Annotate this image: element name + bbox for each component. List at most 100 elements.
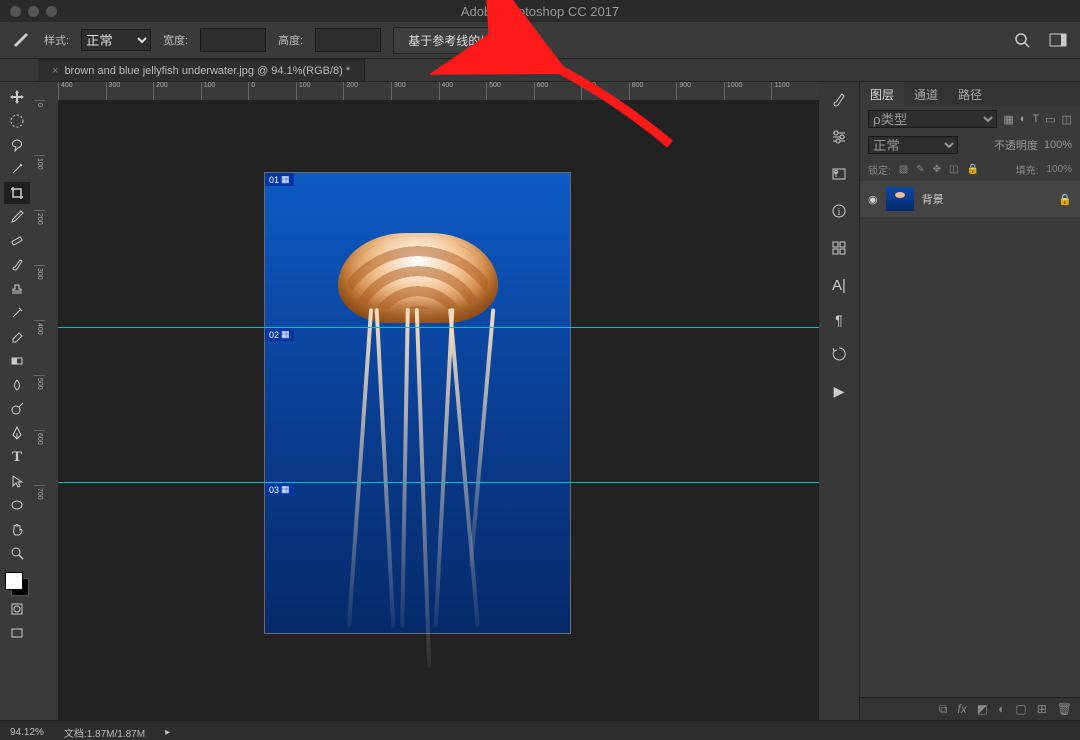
fill-label: 填充: [1016,162,1039,177]
tab-channels[interactable]: 通道 [904,82,948,106]
filter-type-icon[interactable]: T [1032,113,1039,125]
trash-icon[interactable]: 🗑 [1057,702,1072,716]
guide-line-2[interactable] [58,482,819,483]
character-panel-icon[interactable]: A| [827,277,851,294]
type-tool[interactable]: T [4,446,30,468]
blend-mode-select[interactable]: 正常 [868,136,958,154]
slice-badge-1[interactable]: 01 ▦ [265,173,294,186]
brush-panel-icon[interactable] [827,92,851,111]
healing-tool[interactable] [4,230,30,252]
tab-paths[interactable]: 路径 [948,82,992,106]
fill-value[interactable]: 100% [1046,164,1072,175]
eraser-tool[interactable] [4,326,30,348]
lock-trans-icon[interactable]: ▨ [899,164,908,175]
lasso-tool[interactable] [4,134,30,156]
history-brush-tool[interactable] [4,302,30,324]
pen-tool[interactable] [4,422,30,444]
opacity-value[interactable]: 100% [1044,139,1072,151]
layer-row[interactable]: ◉ 背景 🔒 [860,181,1080,217]
title-bar: Adobe Photoshop CC 2017 [0,0,1080,22]
close-tab-icon[interactable]: × [52,65,58,77]
link-icon[interactable]: ⧉ [939,702,948,717]
main-area: T 40030020010001002003004005006007008009… [0,82,1080,720]
path-select-tool[interactable] [4,470,30,492]
style-select[interactable]: 正常 [81,29,151,51]
zoom-level[interactable]: 94.12% [10,727,44,738]
layer-filter-select[interactable]: ρ类型 [868,110,997,128]
slice-from-guides-button[interactable]: 基于参考线的切片 [393,27,519,54]
filter-adjust-icon[interactable]: ◐ [1020,113,1027,125]
search-icon[interactable] [1010,28,1034,52]
brush-tool[interactable] [4,254,30,276]
workspace-switcher-icon[interactable] [1046,28,1070,52]
filter-smart-icon[interactable]: ◫ [1062,113,1072,126]
lock-pos-icon[interactable]: ✥ [933,164,941,175]
layers-footer: ⧉ fx ◩ ◐ ▢ ⊞ 🗑 [860,697,1080,720]
ruler-vertical[interactable]: 0100200300400500600700 [34,100,59,720]
crop-tool[interactable] [4,182,30,204]
height-input[interactable] [315,28,381,52]
opacity-label: 不透明度 [994,137,1038,153]
mask-icon[interactable]: ◩ [977,702,988,716]
guide-line-1[interactable] [58,327,819,328]
document-canvas[interactable]: 01 ▦ 02 ▦ 03 ▦ [264,172,571,634]
layers-panel: 图层 通道 路径 ρ类型 ▦ ◐ T ▭ ◫ 正常 不透明度 100% 锁定: … [859,82,1080,720]
ruler-horizontal[interactable]: 4003002001000100200300400500600700800900… [58,82,819,101]
stamp-tool[interactable] [4,278,30,300]
move-tool[interactable] [4,86,30,108]
lock-label: 锁定: [868,162,891,177]
marquee-tool[interactable] [4,110,30,132]
slice-badge-3[interactable]: 03 ▦ [265,483,294,496]
shape-tool[interactable] [4,494,30,516]
lock-icon: 🔒 [1058,193,1072,206]
document-tab-bar: × brown and blue jellyfish underwater.jp… [0,59,1080,82]
layer-thumbnail[interactable] [886,187,914,211]
app-title: Adobe Photoshop CC 2017 [0,4,1080,19]
group-icon[interactable]: ▢ [1015,702,1026,716]
document-tab[interactable]: × brown and blue jellyfish underwater.jp… [38,59,365,81]
swatches-panel-icon[interactable] [827,240,851,259]
width-label: 宽度: [163,32,188,48]
style-label: 样式: [44,32,69,48]
options-bar: 样式: 正常 宽度: 高度: 基于参考线的切片 [0,22,1080,59]
svg-text:i: i [838,207,841,218]
new-layer-icon[interactable]: ⊞ [1037,702,1047,716]
tab-layers[interactable]: 图层 [860,82,904,106]
layer-name[interactable]: 背景 [922,191,944,207]
status-chevron-icon[interactable]: ▸ [165,727,170,738]
eyedropper-tool[interactable] [4,206,30,228]
adjustments-panel-icon[interactable] [827,129,851,148]
filter-shape-icon[interactable]: ▭ [1045,113,1055,126]
magic-wand-tool[interactable] [4,158,30,180]
quickmask-toggle[interactable] [4,598,30,620]
adjustment-icon[interactable]: ◐ [998,702,1005,716]
height-label: 高度: [278,32,303,48]
status-bar: 94.12% 文档:1.87M/1.87M ▸ [0,720,1080,740]
gradient-tool[interactable] [4,350,30,372]
lock-artboard-icon[interactable]: ◫ [949,164,958,175]
history-panel-icon[interactable] [827,346,851,365]
screenmode-toggle[interactable] [4,622,30,644]
collapsed-panels: i A| ¶ ▶ [819,82,859,720]
lock-pixels-icon[interactable]: ✎ [916,164,924,175]
width-input[interactable] [200,28,266,52]
canvas-area[interactable]: 4003002001000100200300400500600700800900… [34,82,819,720]
hand-tool[interactable] [4,518,30,540]
libraries-panel-icon[interactable] [827,166,851,185]
paragraph-panel-icon[interactable]: ¶ [827,312,851,328]
actions-panel-icon[interactable]: ▶ [827,383,851,400]
slice-badge-2[interactable]: 02 ▦ [265,328,294,341]
ruler-corner [34,82,59,101]
fx-icon[interactable]: fx [957,702,966,716]
lock-all-icon[interactable]: 🔒 [966,164,978,175]
info-panel-icon[interactable]: i [827,203,851,222]
color-swatches[interactable] [5,572,29,596]
blur-tool[interactable] [4,374,30,396]
visibility-icon[interactable]: ◉ [868,193,878,206]
current-tool-icon[interactable] [10,29,32,51]
filter-pixel-icon[interactable]: ▦ [1003,113,1013,126]
panel-tabs: 图层 通道 路径 [860,82,1080,106]
dodge-tool[interactable] [4,398,30,420]
doc-size[interactable]: 文档:1.87M/1.87M [64,725,145,740]
zoom-tool[interactable] [4,542,30,564]
